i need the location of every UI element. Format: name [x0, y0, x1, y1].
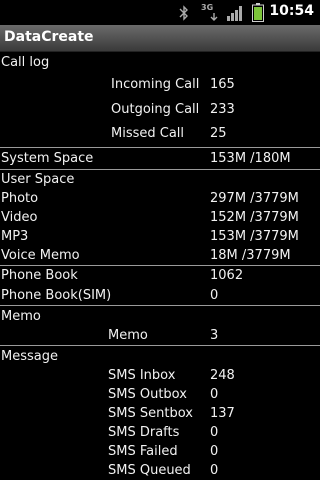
mp3-value: 153M /3779M — [210, 229, 299, 244]
system-space-label: System Space — [1, 151, 94, 166]
missed-call-label: Missed Call — [111, 126, 185, 141]
divider — [0, 169, 320, 170]
system-space-value: 153M /180M — [210, 151, 291, 166]
memo-heading: Memo — [1, 309, 41, 324]
incoming-call-value: 165 — [210, 77, 235, 92]
sms-inbox-label: SMS Inbox — [108, 368, 176, 383]
sms-outbox-value: 0 — [210, 387, 219, 402]
sms-sentbox-label: SMS Sentbox — [108, 406, 193, 421]
sms-queued-value: 0 — [210, 463, 219, 478]
clock: 10:54 — [269, 3, 314, 19]
photo-label: Photo — [1, 191, 39, 206]
battery-icon — [252, 3, 264, 22]
photo-value: 297M /3779M — [210, 191, 299, 206]
divider — [0, 265, 320, 266]
sms-queued-label: SMS Queued — [108, 463, 191, 478]
voice-memo-value: 18M /3779M — [210, 248, 291, 263]
phone-book-label: Phone Book — [1, 268, 78, 283]
message-heading: Message — [1, 349, 58, 364]
divider — [0, 305, 320, 306]
title-bar: DataCreate — [0, 25, 320, 52]
status-bar: 3G 10:54 — [0, 0, 320, 25]
sms-outbox-label: SMS Outbox — [108, 387, 187, 402]
phone-book-value: 1062 — [210, 268, 244, 283]
incoming-call-label: Incoming Call — [111, 77, 200, 92]
sms-drafts-value: 0 — [210, 425, 219, 440]
signal-icon — [227, 6, 242, 21]
sms-sentbox-value: 137 — [210, 406, 235, 421]
outgoing-call-value: 233 — [210, 102, 235, 117]
video-value: 152M /3779M — [210, 210, 299, 225]
phone-book-sim-label: Phone Book(SIM) — [1, 288, 112, 303]
missed-call-value: 25 — [210, 126, 227, 141]
sms-drafts-label: SMS Drafts — [108, 425, 180, 440]
sms-failed-value: 0 — [210, 444, 219, 459]
divider — [0, 345, 320, 346]
outgoing-call-label: Outgoing Call — [111, 102, 200, 117]
phone-book-sim-value: 0 — [210, 288, 219, 303]
memo-value: 3 — [210, 328, 219, 343]
app-title: DataCreate — [4, 29, 94, 45]
sms-inbox-value: 248 — [210, 368, 235, 383]
video-label: Video — [1, 210, 38, 225]
memo-label: Memo — [108, 328, 148, 343]
call-log-heading: Call log — [1, 55, 50, 70]
mp3-label: MP3 — [1, 229, 29, 244]
bluetooth-icon — [179, 5, 188, 21]
divider — [0, 147, 320, 148]
user-space-heading: User Space — [1, 172, 75, 187]
3g-icon: 3G — [200, 3, 220, 21]
sms-failed-label: SMS Failed — [108, 444, 178, 459]
voice-memo-label: Voice Memo — [1, 248, 80, 263]
